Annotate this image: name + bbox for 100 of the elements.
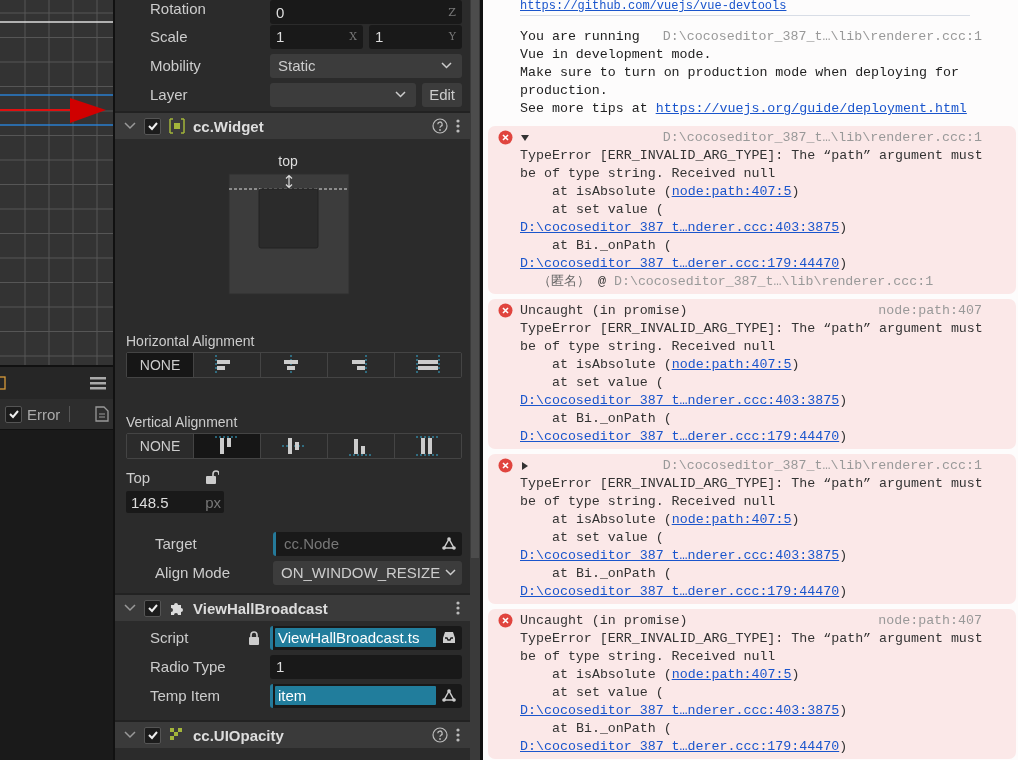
section-label: Vertical Alignment xyxy=(126,414,239,432)
stack-frame: D:\cocoseditor_387_t…derer.ccc:179:44470) xyxy=(520,255,990,273)
number-field[interactable]: 1 xyxy=(270,654,462,679)
source-link[interactable]: D:\cocoseditor_387_t…nderer.ccc:403:3875 xyxy=(520,548,840,563)
more-options-icon[interactable] xyxy=(456,728,460,742)
message-text: Uncaught (in promise) xyxy=(520,612,688,630)
help-icon[interactable] xyxy=(432,727,448,743)
more-options-icon[interactable] xyxy=(456,601,460,615)
stack-frame: D:\cocoseditor_387_t…derer.ccc:179:44470) xyxy=(520,583,990,601)
source-link[interactable]: node:path:407:5 xyxy=(671,667,792,682)
source-link[interactable]: node:path:407:5 xyxy=(671,357,792,372)
checkbox[interactable] xyxy=(5,405,22,423)
node-icon[interactable] xyxy=(442,689,456,702)
document-icon[interactable] xyxy=(95,406,110,422)
property-label: Rotation xyxy=(150,0,207,17)
checkmark-icon xyxy=(146,602,159,614)
property-label: Scale xyxy=(150,28,189,45)
number-field[interactable]: 1 X xyxy=(270,24,363,49)
collapse-triangle-icon[interactable] xyxy=(520,133,530,143)
message-text: You are running xyxy=(520,28,640,46)
dropdown-chevron-icon[interactable] xyxy=(441,62,452,69)
alignment-icon xyxy=(349,439,372,456)
error-icon xyxy=(498,303,513,318)
component-title: cc.Widget xyxy=(193,117,264,135)
dropdown-chevron-icon[interactable] xyxy=(395,91,407,98)
property-label: Layer xyxy=(150,86,189,103)
stack-frame: D:\cocoseditor_387_t…nderer.ccc:403:3875) xyxy=(520,702,990,720)
source-link[interactable]: D:\cocoseditor_387_t…derer.ccc:179:44470 xyxy=(520,256,840,271)
dropdown[interactable]: Static xyxy=(270,53,462,78)
stack-frame: at isAbsolute (node:path:407:5) xyxy=(520,666,990,684)
alignment-option[interactable]: NONE xyxy=(127,353,194,377)
menu-icon[interactable] xyxy=(90,376,106,390)
stack-frame: at set value ( xyxy=(520,684,990,702)
source-link[interactable]: D:\cocoseditor_387_t…derer.ccc:179:44470 xyxy=(520,584,840,599)
link[interactable]: https://github.com/vuejs/vue-devtools xyxy=(520,0,787,13)
scrollbar-thumb[interactable] xyxy=(471,0,479,558)
source-link[interactable]: node:path:407:5 xyxy=(671,512,792,527)
node-field[interactable]: item xyxy=(270,683,462,708)
chevron-icon[interactable] xyxy=(124,122,136,130)
dropdown[interactable]: ON_WINDOW_RESIZE xyxy=(273,560,462,585)
dropdown-chevron-icon[interactable] xyxy=(445,569,456,576)
property-label: Target xyxy=(155,535,198,552)
source-link[interactable]: D:\cocoseditor_387_t…derer.ccc:179:44470 xyxy=(520,429,840,444)
source-link[interactable]: D:\cocoseditor_387_t…nderer.ccc:403:3875 xyxy=(520,393,840,408)
stack-frame: D:\cocoseditor_387_t…nderer.ccc:403:3875) xyxy=(520,547,990,565)
property-label: Mobility xyxy=(150,57,202,74)
asset-field[interactable]: ViewHallBroadcast.ts xyxy=(270,625,462,650)
message-text: Vue in development mode. xyxy=(520,46,713,64)
expand-triangle-icon[interactable] xyxy=(520,461,530,471)
alignment-icon xyxy=(416,436,439,456)
checkbox[interactable] xyxy=(144,599,161,617)
lock-icon[interactable] xyxy=(248,630,260,645)
property-label: Script xyxy=(150,629,190,646)
chevron-icon[interactable] xyxy=(124,731,136,739)
stack-frame: D:\cocoseditor_387_t…derer.ccc:179:44470) xyxy=(520,738,990,756)
unlocked-icon[interactable] xyxy=(206,470,219,484)
checkmark-icon xyxy=(7,408,20,420)
filter-label: Error xyxy=(27,405,61,423)
widget-icon xyxy=(169,118,185,134)
node-field[interactable]: cc.Node xyxy=(273,531,462,556)
alignment-icon xyxy=(352,355,367,375)
checkmark-icon xyxy=(146,120,159,132)
number-field[interactable]: 148.5 px xyxy=(126,491,224,513)
alignment-option[interactable] xyxy=(194,434,261,458)
property-label: Radio Type xyxy=(150,658,227,675)
alignment-option[interactable]: NONE xyxy=(127,434,194,458)
alignment-icon xyxy=(215,355,230,375)
source-link[interactable]: node:path:407:5 xyxy=(671,184,792,199)
message-text: Uncaught (in promise) xyxy=(520,302,688,320)
stack-frame: at set value ( xyxy=(520,374,990,392)
error-icon xyxy=(498,130,513,145)
property-label: Align Mode xyxy=(155,564,232,581)
component-title: ViewHallBroadcast xyxy=(193,599,328,617)
source-link[interactable]: D:\cocoseditor_387_t…nderer.ccc:403:3875 xyxy=(520,220,840,235)
tray-icon[interactable] xyxy=(442,631,456,644)
stack-frame: D:\cocoseditor_387_t…nderer.ccc:403:3875) xyxy=(520,219,990,237)
stack-frame: at Bi._onPath ( xyxy=(520,237,990,255)
help-icon[interactable] xyxy=(432,118,448,134)
alignment-icon xyxy=(215,436,238,454)
number-field[interactable]: 0 Z xyxy=(270,0,462,24)
section-label: Horizontal Alignment xyxy=(126,333,256,351)
link[interactable]: https://vuejs.org/guide/deployment.html xyxy=(655,101,967,116)
stack-frame: at set value ( xyxy=(520,201,990,219)
number-field[interactable]: 1 Y xyxy=(369,24,462,49)
diagram-label: top xyxy=(277,153,299,169)
stack-frame: at Bi._onPath ( xyxy=(520,565,990,583)
panel-tab-icon[interactable] xyxy=(0,376,6,390)
property-label: Top xyxy=(126,468,152,486)
source-link[interactable]: D:\cocoseditor_387_t…derer.ccc:179:44470 xyxy=(520,739,840,754)
stack-frame: D:\cocoseditor_387_t…nderer.ccc:403:3875) xyxy=(520,392,990,410)
stack-frame: at set value ( xyxy=(520,529,990,547)
more-options-icon[interactable] xyxy=(456,119,460,133)
stack-frame: at Bi._onPath ( xyxy=(520,410,990,428)
node-icon[interactable] xyxy=(442,537,456,550)
edit-button[interactable]: Edit xyxy=(422,82,462,107)
source-link[interactable]: D:\cocoseditor_387_t…nderer.ccc:403:3875 xyxy=(520,703,840,718)
alignment-icon xyxy=(416,355,440,375)
checkbox[interactable] xyxy=(144,117,161,135)
chevron-icon[interactable] xyxy=(124,604,136,612)
checkbox[interactable] xyxy=(144,726,161,744)
